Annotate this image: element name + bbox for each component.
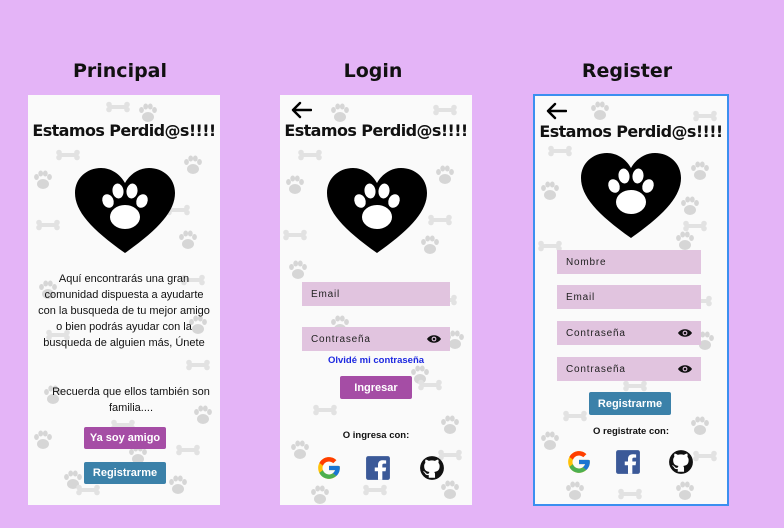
welcome-description: Aquí encontrarás una gran comunidad disp…	[38, 273, 210, 349]
principal-screen: Estamos Perdid@s!!!! Aquí encontrarás un…	[28, 95, 220, 505]
email-field[interactable]: Email	[557, 285, 701, 309]
forgot-password-link[interactable]: Olvidé mi contraseña	[280, 355, 472, 366]
app-title: Estamos Perdid@s!!!!	[539, 122, 723, 141]
github-icon[interactable]	[419, 455, 445, 481]
password-field[interactable]: Contraseña	[302, 327, 450, 351]
facebook-icon[interactable]	[365, 455, 391, 481]
social-register-label: O registrate con:	[592, 426, 670, 437]
heart-paw-icon	[581, 153, 681, 238]
social-login-label: O ingresa con:	[342, 430, 410, 441]
eye-icon[interactable]	[678, 328, 692, 338]
frame-title-login: Login	[343, 60, 403, 82]
facebook-icon[interactable]	[615, 449, 641, 475]
github-icon[interactable]	[668, 449, 694, 475]
email-field[interactable]: Email	[302, 282, 450, 306]
app-title: Estamos Perdid@s!!!!	[32, 121, 216, 140]
register-screen: Estamos Perdid@s!!!! Nombre Email Contra…	[533, 94, 729, 506]
back-arrow-icon[interactable]	[545, 102, 567, 120]
heart-paw-icon	[75, 168, 175, 253]
password-field[interactable]: Contraseña	[557, 321, 701, 345]
register-button[interactable]: Registrarme	[84, 462, 166, 484]
google-icon[interactable]	[566, 449, 592, 475]
app-title: Estamos Perdid@s!!!!	[284, 121, 468, 140]
confirm-password-field[interactable]: Contraseña	[557, 357, 701, 381]
name-field[interactable]: Nombre	[557, 250, 701, 274]
login-button[interactable]: Ingresar	[340, 376, 412, 399]
family-reminder: Recuerda que ellos también son familia..…	[52, 386, 210, 414]
login-screen: Estamos Perdid@s!!!! Email Contraseña Ol…	[280, 95, 472, 505]
eye-icon[interactable]	[678, 364, 692, 374]
google-icon[interactable]	[316, 455, 342, 481]
heart-paw-icon	[327, 168, 427, 253]
password-placeholder: Contraseña	[311, 333, 371, 345]
frame-title-principal: Principal	[72, 60, 168, 82]
eye-icon[interactable]	[427, 334, 441, 344]
register-button[interactable]: Registrarme	[589, 392, 671, 415]
frame-title-register: Register	[581, 60, 673, 82]
confirm-password-placeholder: Contraseña	[566, 363, 626, 375]
already-friend-button[interactable]: Ya soy amigo	[84, 427, 166, 449]
back-arrow-icon[interactable]	[290, 101, 312, 119]
password-placeholder: Contraseña	[566, 327, 626, 339]
